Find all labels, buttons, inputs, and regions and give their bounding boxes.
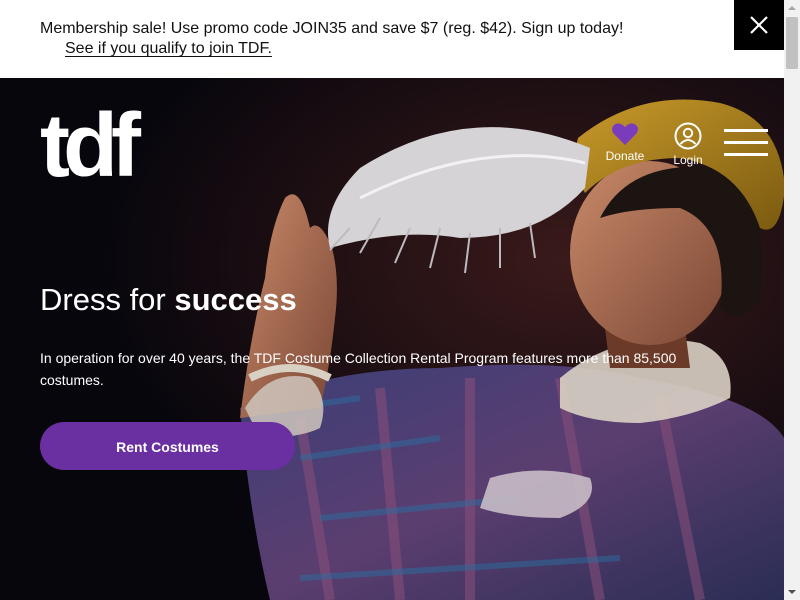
hero-heading: Dress for success	[40, 280, 297, 320]
donate-label: Donate	[605, 149, 645, 163]
tdf-logo[interactable]: tdf	[40, 101, 141, 191]
close-banner-button[interactable]	[734, 0, 784, 50]
login-button[interactable]: Login	[663, 122, 713, 172]
page: Membership sale! Use promo code JOIN35 a…	[0, 0, 800, 600]
hero-description: In operation for over 40 years, the TDF …	[40, 350, 677, 388]
scrollbar[interactable]	[784, 0, 800, 600]
scroll-up-arrow-icon[interactable]	[784, 0, 800, 16]
close-icon	[750, 16, 768, 34]
qualify-link[interactable]: See if you qualify to join TDF.	[65, 39, 272, 59]
hero-section: tdf Donate Login Dress for success In op…	[0, 78, 784, 600]
heart-icon	[612, 123, 638, 145]
scroll-down-arrow-icon[interactable]	[784, 584, 800, 600]
hero-heading-bold: success	[174, 282, 297, 317]
hero-heading-regular: Dress for	[40, 282, 175, 317]
hamburger-menu-icon	[724, 129, 768, 132]
promo-banner: Membership sale! Use promo code JOIN35 a…	[0, 0, 784, 78]
login-label: Login	[673, 153, 703, 167]
donate-button[interactable]: Donate	[600, 122, 650, 172]
promo-message: Membership sale! Use promo code JOIN35 a…	[40, 20, 624, 37]
hamburger-menu-button[interactable]	[724, 126, 768, 160]
user-icon	[674, 122, 702, 150]
scrollbar-thumb[interactable]	[786, 17, 798, 69]
rent-costumes-button[interactable]: Rent Costumes	[40, 422, 295, 470]
